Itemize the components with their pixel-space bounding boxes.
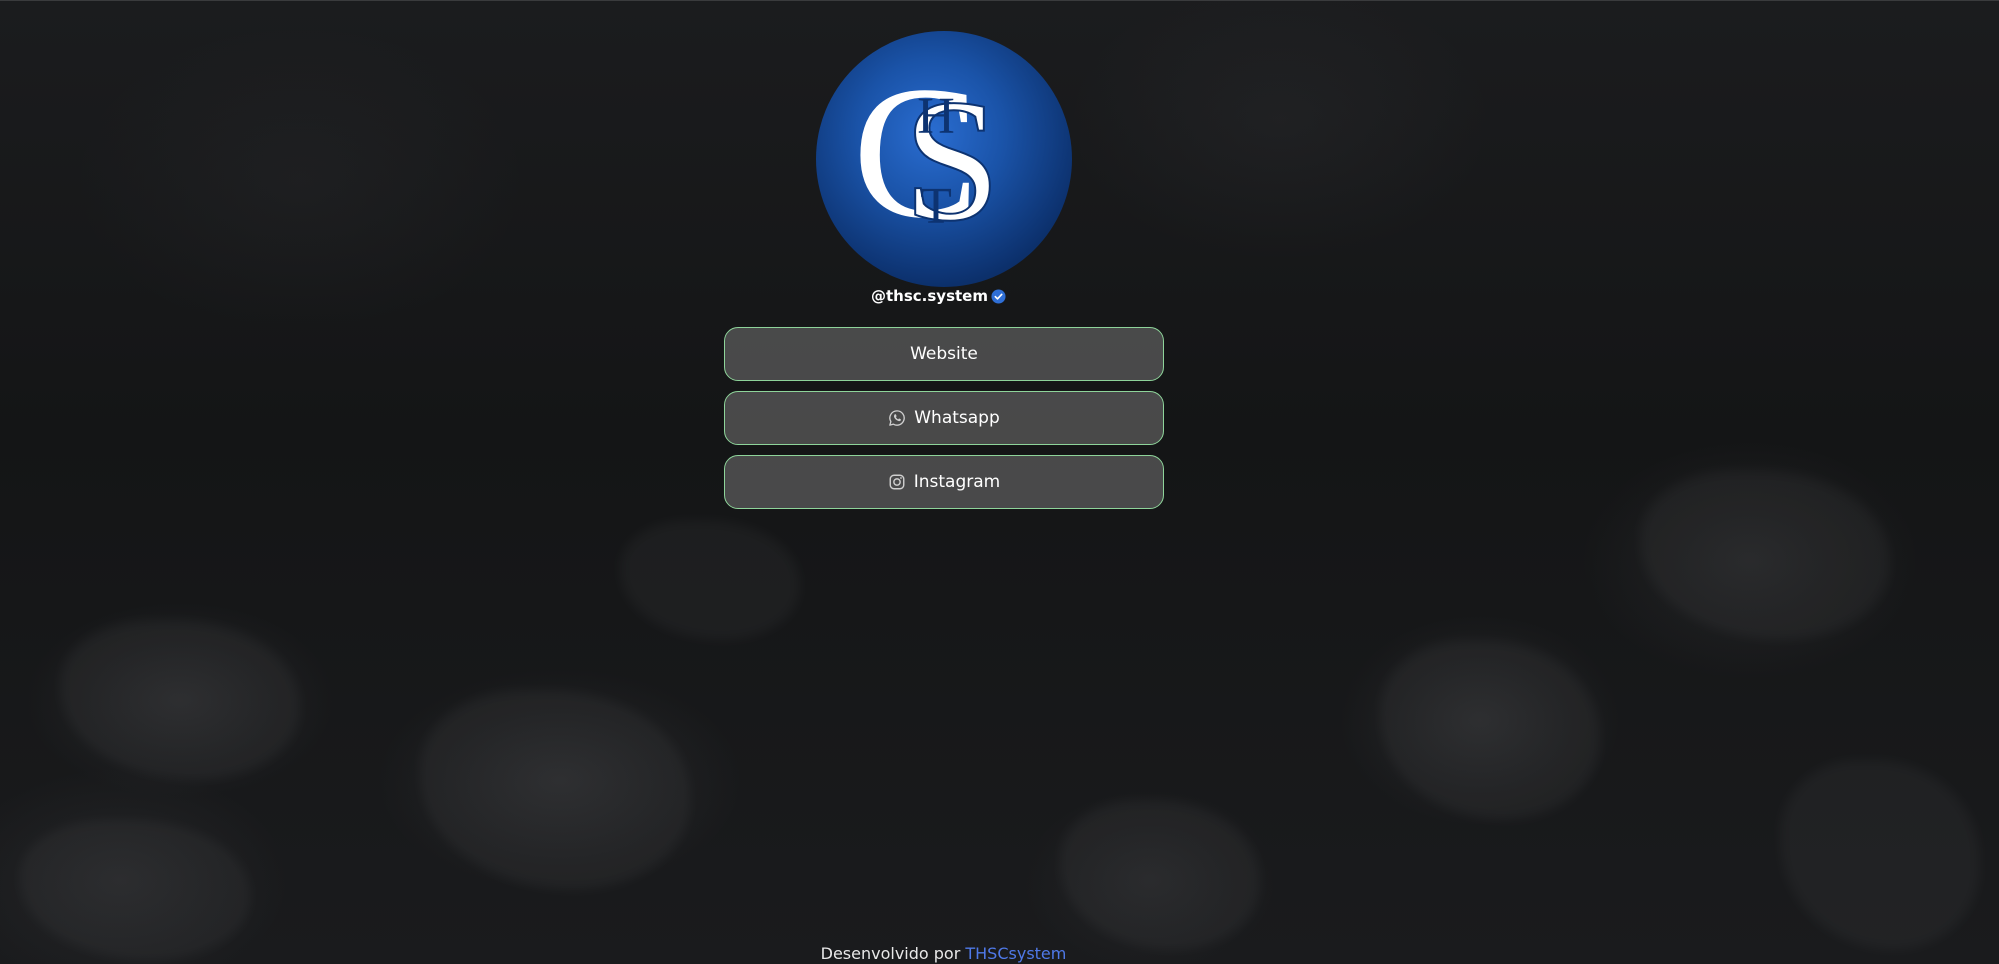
footer-link[interactable]: THSCsystem [965, 944, 1066, 963]
avatar[interactable]: C S H T [816, 31, 1072, 287]
instagram-button-label: Instagram [913, 472, 1001, 492]
top-border [0, 0, 1999, 1]
handle-text: @thsc.system [871, 287, 988, 305]
whatsapp-button-label: Whatsapp [914, 408, 1000, 428]
verified-check-icon [991, 288, 1006, 304]
svg-text:T: T [920, 178, 952, 235]
link-list: Website Whatsapp Instagram [724, 327, 1164, 519]
instagram-icon [888, 473, 906, 491]
whatsapp-button[interactable]: Whatsapp [724, 391, 1164, 445]
footer: Desenvolvido por THSCsystem [0, 944, 1887, 963]
website-button[interactable]: Website [724, 327, 1164, 381]
profile-handle: @thsc.system [0, 287, 1882, 305]
website-button-label: Website [910, 344, 978, 364]
thsc-logo-icon: C S H T [853, 48, 1002, 258]
whatsapp-icon [888, 409, 906, 427]
instagram-button[interactable]: Instagram [724, 455, 1164, 509]
svg-text:H: H [917, 88, 955, 145]
footer-text: Desenvolvido por [820, 944, 961, 963]
